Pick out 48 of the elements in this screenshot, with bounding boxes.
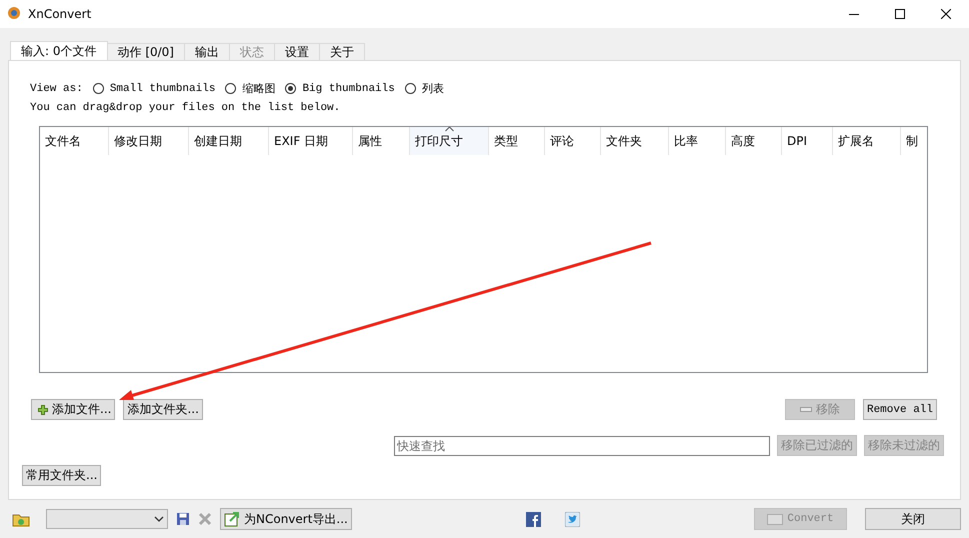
- twitter-icon[interactable]: [564, 512, 580, 526]
- radio-label[interactable]: Small thumbnails: [110, 82, 216, 94]
- folder-icon[interactable]: [12, 512, 30, 526]
- tab[interactable]: 关于: [319, 43, 365, 60]
- view-as-label: View as:: [30, 82, 83, 94]
- tab[interactable]: 动作 [0/0]: [106, 43, 185, 60]
- column-header[interactable]: 创建日期: [189, 127, 269, 155]
- sort-caret-icon: [445, 127, 454, 132]
- window-title: XnConvert: [28, 7, 92, 21]
- close-icon[interactable]: [941, 9, 951, 19]
- column-header[interactable]: 文件夹: [601, 127, 669, 155]
- add-folder-button[interactable]: 添加文件夹...: [123, 399, 203, 420]
- radio-label[interactable]: 列表: [422, 81, 444, 96]
- column-header[interactable]: DPI: [782, 127, 833, 155]
- save-icon[interactable]: [176, 512, 190, 526]
- column-header[interactable]: 扩展名: [833, 127, 901, 155]
- tab[interactable]: 输入: 0个文件: [10, 41, 108, 60]
- radio-button[interactable]: [225, 83, 236, 94]
- plus-icon: [38, 404, 48, 414]
- export-icon: [224, 511, 240, 527]
- minus-icon: [800, 406, 812, 412]
- facebook-icon[interactable]: [526, 512, 541, 526]
- column-header[interactable]: 高度: [726, 127, 782, 155]
- close-button[interactable]: 关闭: [865, 508, 961, 530]
- column-header[interactable]: 评论: [545, 127, 601, 155]
- radio-button[interactable]: [404, 83, 416, 94]
- radio-button[interactable]: [285, 83, 296, 94]
- remove-all-button[interactable]: Remove all: [862, 399, 937, 420]
- export-button[interactable]: 为NConvert导出...: [220, 508, 352, 530]
- add-file-button[interactable]: 添加文件...: [31, 399, 116, 420]
- file-list[interactable]: 文件名 修改日期 创建日期 EXIF 日期 属性 打印尺寸 类型 评论 文件夹 比率 高度 DPI 扩展名 制: [39, 126, 928, 373]
- radio-button[interactable]: [92, 83, 104, 94]
- favorites-button[interactable]: 常用文件夹...: [22, 465, 102, 486]
- column-header[interactable]: 修改日期: [109, 127, 189, 155]
- convert-icon: [767, 513, 784, 525]
- column-header[interactable]: 比率: [669, 127, 726, 155]
- radio-label[interactable]: 缩略图: [242, 81, 276, 96]
- radio-label[interactable]: Big thumbnails: [302, 82, 395, 94]
- tab[interactable]: 设置: [274, 43, 320, 60]
- drag-drop-hint: You can drag&drop your files on the list below.: [30, 102, 342, 114]
- column-header[interactable]: 制: [901, 127, 927, 155]
- column-header[interactable]: 文件名: [40, 127, 109, 155]
- maximize-icon[interactable]: [895, 9, 905, 19]
- column-header[interactable]: EXIF 日期: [269, 127, 353, 155]
- tab[interactable]: 输出: [184, 43, 230, 60]
- column-header[interactable]: 类型: [489, 127, 545, 155]
- quick-search-field[interactable]: 快速查找: [394, 436, 770, 456]
- column-header[interactable]: 打印尺寸: [410, 127, 489, 155]
